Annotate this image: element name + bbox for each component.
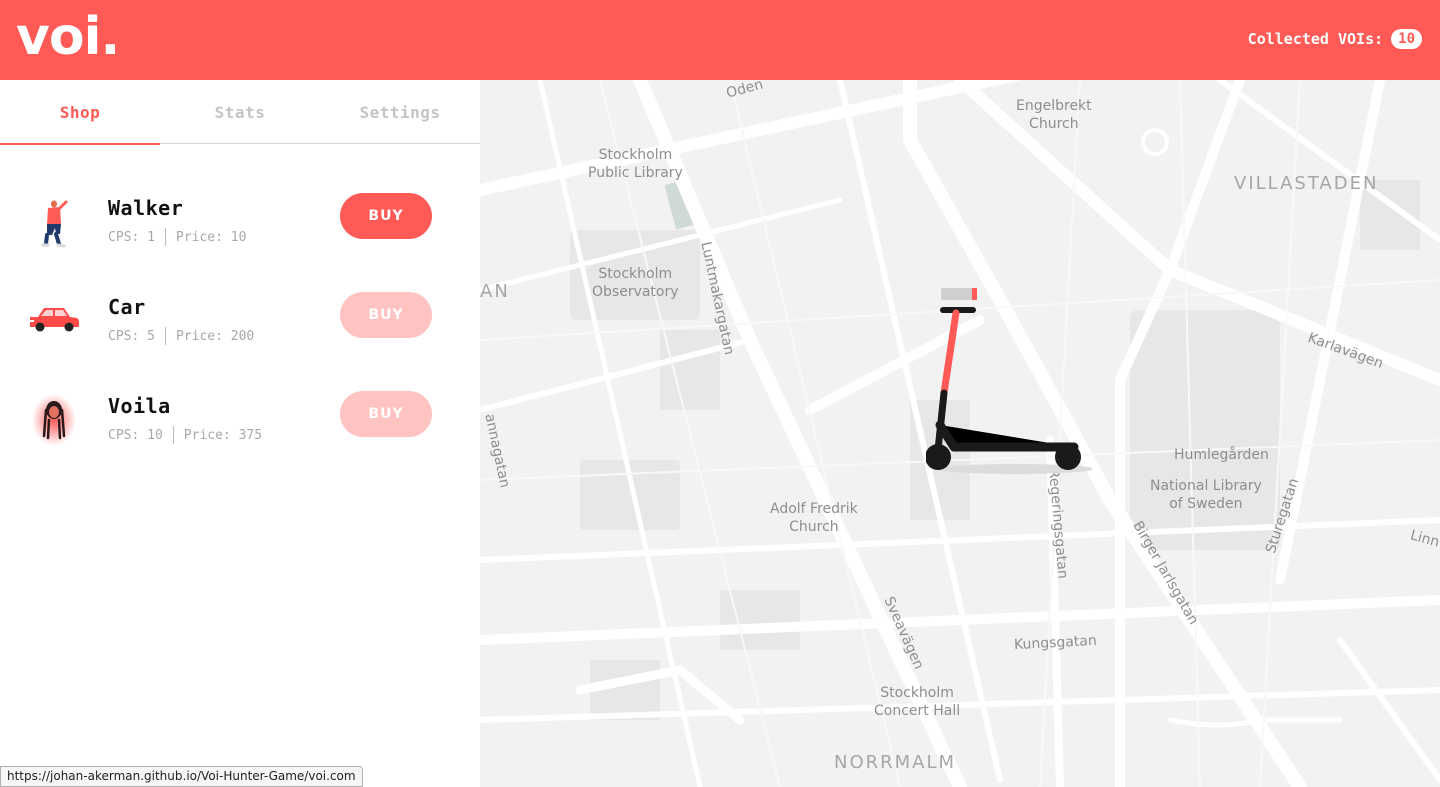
tab-settings[interactable]: Settings: [320, 80, 480, 144]
item-meta: CPS: 10 Price: 375: [108, 426, 262, 444]
item-name: Car: [108, 295, 146, 319]
meta-divider: [172, 426, 174, 444]
scooter-icon[interactable]: [926, 285, 1092, 475]
meta-divider: [164, 327, 166, 345]
tab-bar: Shop Stats Settings: [0, 80, 480, 145]
map-label-humlegarden: Humlegården: [1174, 447, 1269, 463]
tab-stats[interactable]: Stats: [160, 80, 320, 144]
car-icon: [30, 308, 79, 332]
item-meta: CPS: 1 Price: 10: [108, 228, 246, 246]
buy-car-button[interactable]: BUY: [340, 292, 432, 338]
shop-item-car: Car CPS: 5 Price: 200 BUY: [0, 285, 480, 355]
voi-logo: voi.: [16, 7, 120, 67]
map-label-engelbrekt-church: Engelbrekt Church: [1016, 98, 1092, 132]
map-label-villastaden: VILLASTADEN: [1234, 173, 1379, 194]
tab-shop[interactable]: Shop: [0, 80, 160, 145]
item-price: Price: 10: [175, 229, 247, 245]
map-label-adolf-fredrik-church: Adolf Fredrik Church: [770, 501, 858, 535]
voila-icon: [32, 394, 76, 446]
buy-voila-button[interactable]: BUY: [340, 391, 432, 437]
map-label-national-library: National Library of Sweden: [1150, 478, 1262, 512]
map-label-district-an: AN: [480, 281, 510, 302]
item-cps: CPS: 5: [108, 328, 155, 344]
status-bar-url: https://johan-akerman.github.io/Voi-Hunt…: [0, 766, 363, 787]
collected-count-badge: 10: [1391, 29, 1422, 49]
item-price: Price: 200: [175, 328, 255, 344]
item-name: Voila: [108, 394, 171, 418]
top-bar: voi. Collected VOIs: 10: [0, 0, 1440, 80]
item-cps: CPS: 1: [108, 229, 155, 245]
walker-icon: [41, 200, 68, 248]
item-cps: CPS: 10: [108, 427, 163, 443]
collected-label: Collected VOIs:: [1247, 30, 1384, 48]
item-meta: CPS: 5 Price: 200: [108, 327, 254, 345]
buy-walker-button[interactable]: BUY: [340, 193, 432, 239]
meta-divider: [164, 228, 166, 246]
shop-item-walker: Walker CPS: 1 Price: 10 BUY: [0, 186, 480, 256]
map[interactable]: Oden Engelbrekt Church Stockholm Public …: [480, 80, 1440, 787]
sidebar: Shop Stats Settings Walker CPS: 1 Price:…: [0, 80, 480, 787]
shop-item-voila: Voila CPS: 10 Price: 375 BUY: [0, 384, 480, 454]
item-price: Price: 375: [183, 427, 263, 443]
map-label-public-library: Stockholm Public Library: [588, 147, 683, 181]
map-label-normalm: NORRMALM: [834, 752, 957, 773]
map-label-concert-hall: Stockholm Concert Hall: [874, 685, 961, 719]
map-label-observatory: Stockholm Observatory: [592, 266, 679, 300]
item-name: Walker: [108, 196, 184, 220]
collected-counter: Collected VOIs: 10: [1248, 29, 1422, 49]
